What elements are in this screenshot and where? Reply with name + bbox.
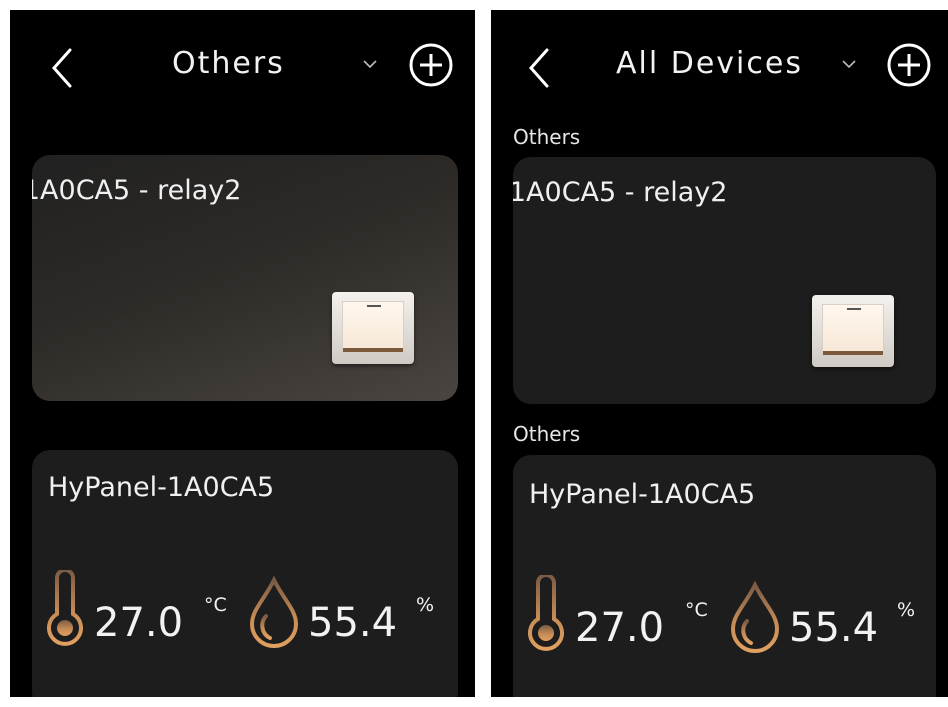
device-card-relay[interactable]: HyPanel-1A0CA5 - relay2: [32, 155, 458, 401]
droplet-icon: [249, 576, 299, 648]
device-name: HyPanel-1A0CA5: [529, 479, 756, 510]
humidity-value: 55.4: [789, 605, 879, 651]
light-switch-icon[interactable]: [332, 292, 414, 364]
device-card-sensor[interactable]: HyPanel-1A0CA5 27.0 °C 55.4 %: [513, 455, 936, 697]
humidity-unit: %: [416, 594, 435, 616]
chevron-left-icon: [528, 48, 549, 88]
back-button[interactable]: [44, 38, 84, 98]
chevron-down-icon[interactable]: [360, 58, 380, 72]
temperature-unit: °C: [204, 594, 227, 616]
section-label: Others: [513, 422, 581, 446]
plus-circle-icon: [887, 43, 931, 87]
device-name: HyPanel-1A0CA5: [48, 472, 275, 503]
light-switch-icon[interactable]: [812, 295, 894, 367]
back-button[interactable]: [521, 38, 561, 98]
category-dropdown[interactable]: All Devices: [616, 46, 803, 81]
device-card-sensor[interactable]: HyPanel-1A0CA5 27.0 °C 55.4 %: [32, 450, 458, 697]
chevron-down-icon[interactable]: [839, 58, 859, 72]
page-title: All Devices: [616, 46, 803, 81]
add-device-button[interactable]: [885, 40, 935, 90]
page-title: Others: [172, 46, 285, 81]
section-label: Others: [513, 125, 581, 149]
category-dropdown[interactable]: Others: [172, 46, 285, 81]
screen-all-devices: All Devices Others HyPanel-1A0CA5 - rela…: [491, 10, 948, 697]
temperature-unit: °C: [685, 599, 708, 621]
thermometer-icon: [47, 570, 83, 646]
add-device-button[interactable]: [407, 40, 457, 90]
humidity-unit: %: [897, 599, 916, 621]
thermometer-icon: [528, 575, 564, 651]
plus-circle-icon: [409, 43, 453, 87]
device-name: HyPanel-1A0CA5 - relay2: [513, 177, 728, 208]
device-card-relay[interactable]: HyPanel-1A0CA5 - relay2: [513, 157, 936, 404]
temperature-value: 27.0: [94, 600, 184, 646]
chevron-left-icon: [51, 48, 72, 88]
humidity-value: 55.4: [308, 600, 398, 646]
droplet-icon: [730, 581, 780, 653]
screen-others: Others HyPanel-1A0CA5 - relay2 HyPanel-1…: [10, 10, 475, 697]
device-name: HyPanel-1A0CA5 - relay2: [32, 175, 242, 206]
temperature-value: 27.0: [575, 605, 665, 651]
